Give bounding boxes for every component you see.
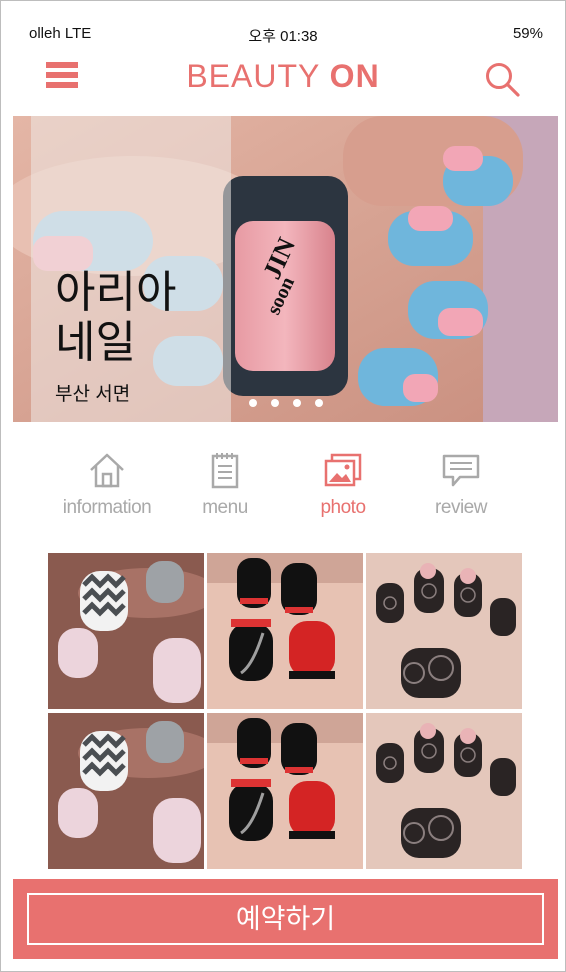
carousel-dot[interactable] — [293, 399, 301, 407]
shop-name: 아리아 네일 — [55, 268, 177, 367]
app-title-bold: ON — [329, 58, 380, 94]
search-icon[interactable] — [483, 60, 521, 98]
gallery-photo[interactable] — [207, 713, 363, 869]
tab-information-label: information — [62, 497, 152, 518]
app-header: BEAUTY ON — [1, 56, 565, 106]
app-title: BEAUTY ON — [1, 58, 565, 95]
tab-menu-label: menu — [202, 497, 248, 518]
section-tabs: information menu photo review — [39, 451, 529, 531]
gallery-photo[interactable] — [207, 553, 363, 709]
hero-carousel[interactable]: JIN soon 아리아 네일 부산 서면 — [13, 116, 558, 422]
shop-location: 부산 서면 — [55, 384, 131, 405]
clock: 오후 01:38 — [248, 28, 318, 45]
home-icon — [90, 453, 124, 488]
tab-photo-label: photo — [320, 497, 366, 518]
photo-gallery-icon — [324, 453, 362, 487]
chat-bubble-icon — [442, 454, 480, 487]
tab-photo[interactable]: photo — [283, 451, 403, 519]
gallery-photo[interactable] — [48, 713, 204, 869]
photo-gallery — [48, 553, 523, 870]
battery-level: 59% — [512, 25, 543, 42]
tab-information[interactable]: information — [47, 451, 167, 519]
app-title-light: BEAUTY — [186, 58, 320, 94]
gallery-photo[interactable] — [366, 713, 522, 869]
carousel-dot[interactable] — [271, 399, 279, 407]
app-frame: olleh LTE 오후 01:38 59% BEAUTY ON JIN soo… — [0, 0, 566, 972]
carousel-dot[interactable] — [315, 399, 323, 407]
tab-review-label: review — [435, 497, 487, 518]
notepad-icon — [211, 453, 239, 489]
tab-review[interactable]: review — [401, 451, 521, 519]
reserve-button[interactable]: 예약하기 — [27, 893, 544, 945]
carousel-pagination — [249, 394, 337, 412]
reserve-bar: 예약하기 — [13, 879, 558, 959]
tab-menu[interactable]: menu — [165, 451, 285, 519]
gallery-photo[interactable] — [366, 553, 522, 709]
status-bar: olleh LTE 오후 01:38 59% — [1, 23, 565, 47]
carousel-dot[interactable] — [249, 399, 257, 407]
gallery-photo[interactable] — [48, 553, 204, 709]
